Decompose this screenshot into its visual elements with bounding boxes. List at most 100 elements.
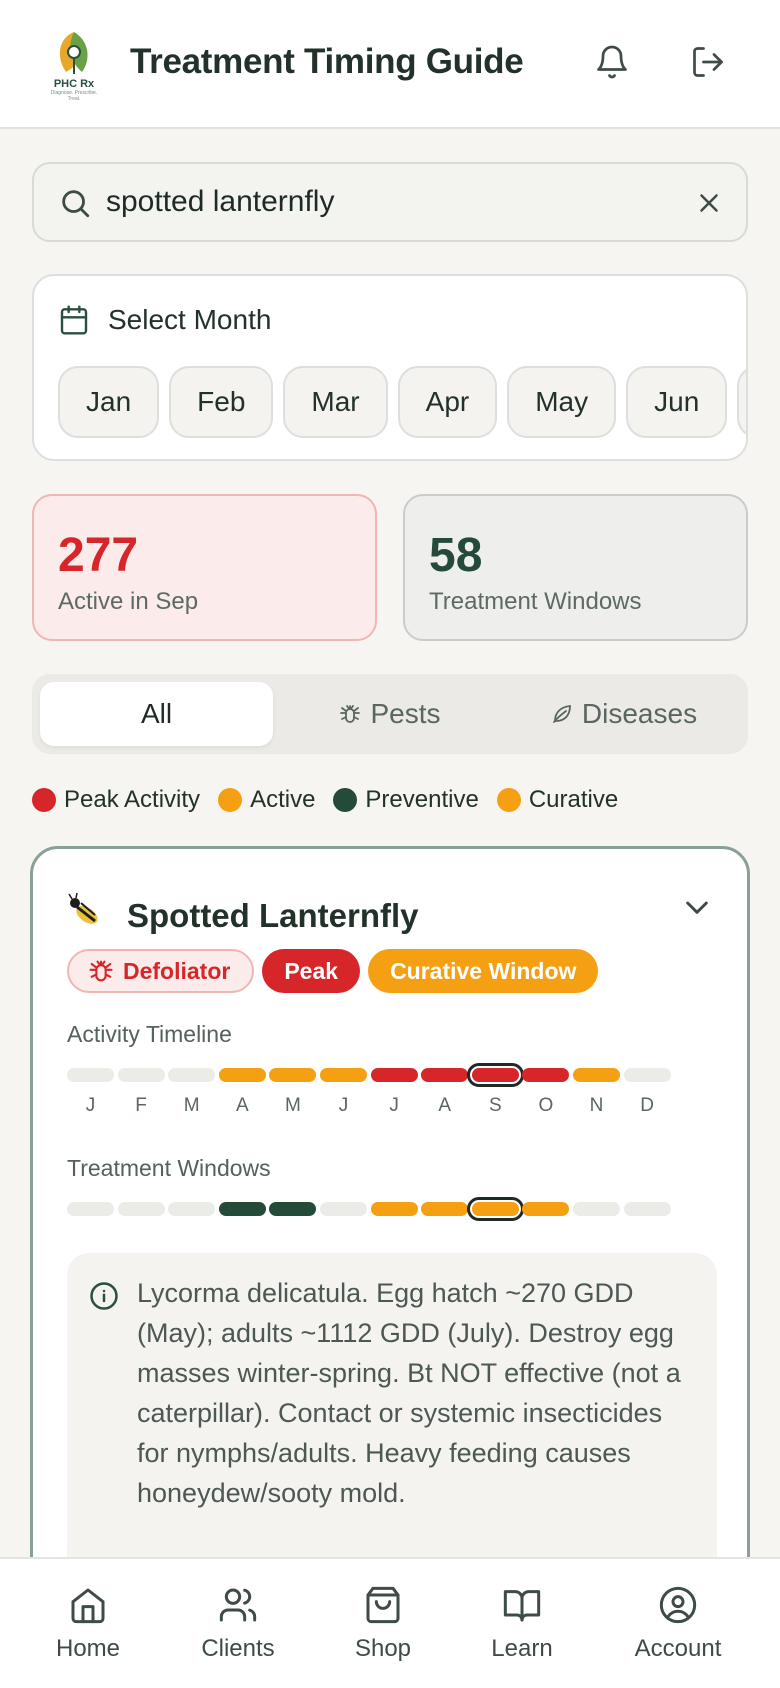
nav-home-label: Home: [55, 1635, 121, 1662]
month-letter: N: [589, 1095, 604, 1116]
tag-peak: Peak: [262, 949, 361, 993]
user-circle-icon: [659, 1586, 697, 1624]
month-letter: J: [389, 1095, 399, 1116]
tab-pests[interactable]: Pests: [273, 682, 506, 746]
legend: Peak Activity Active Preventive Curative: [32, 786, 636, 814]
legend-item-preventive: Preventive: [333, 786, 479, 814]
nav-learn-label: Learn: [491, 1635, 553, 1662]
active-count-caption: Active in Sep: [58, 588, 199, 615]
tab-diseases-label: Diseases: [581, 698, 698, 729]
tab-all[interactable]: All: [40, 682, 273, 746]
tab-all-label: All: [140, 698, 173, 729]
month-apr[interactable]: Apr: [397, 366, 498, 438]
treatment-segment-10: [522, 1202, 570, 1216]
treatment-segment-3: [168, 1202, 216, 1216]
treatment-segment-5: [269, 1202, 317, 1216]
treatment-windows-caption: Treatment Windows: [429, 588, 642, 615]
treatment-segment-12: [623, 1202, 671, 1216]
month-letter: J: [338, 1095, 349, 1116]
lanternfly-icon: [68, 892, 98, 924]
book-open-icon: [503, 1590, 541, 1622]
legend-label: Active: [250, 786, 316, 813]
treatment-windows-count: 58: [429, 529, 483, 582]
treatment-timeline: [67, 1197, 717, 1221]
activity-segment-5: [269, 1068, 317, 1082]
legend-dot: [218, 788, 243, 812]
month-feb[interactable]: Feb: [169, 366, 274, 438]
activity-timeline: [67, 1063, 717, 1087]
treatment-segment-11: [573, 1202, 620, 1216]
pest-info-text: Lycorma delicatula. Egg hatch ~270 GDD (…: [137, 1278, 681, 1508]
nav-shop[interactable]: Shop: [318, 1585, 448, 1663]
nav-clients[interactable]: Clients: [173, 1585, 303, 1663]
tag-defoliator-label: Defoliator: [123, 957, 231, 984]
bell-icon[interactable]: [594, 44, 630, 80]
activity-segment-1: [67, 1068, 114, 1082]
treatment-windows-card: 58 Treatment Windows: [403, 494, 748, 641]
legend-item-peak: Peak Activity: [32, 786, 200, 814]
logout-icon[interactable]: [690, 44, 726, 80]
activity-segment-12: [623, 1068, 671, 1082]
info-icon: [90, 1282, 118, 1310]
activity-segment-4: [218, 1068, 266, 1082]
app-header: PHC Rx Diagnose. Prescribe. Treat. Treat…: [0, 0, 780, 129]
treatment-segment-9: [466, 1197, 524, 1221]
nav-home[interactable]: Home: [23, 1585, 153, 1663]
month-letter: D: [640, 1095, 654, 1116]
search-icon: [62, 190, 90, 218]
month-jun[interactable]: Jun: [626, 366, 728, 438]
shopping-bag-icon: [366, 1586, 400, 1624]
tab-diseases[interactable]: Diseases: [507, 682, 740, 746]
users-icon: [219, 1588, 257, 1622]
month-letter: M: [183, 1095, 200, 1116]
month-picker-header: Select Month: [58, 304, 271, 336]
activity-segment-8: [421, 1068, 469, 1082]
legend-dot: [32, 788, 56, 812]
legend-label: Curative: [528, 786, 619, 813]
nav-account[interactable]: Account: [613, 1585, 743, 1663]
month-letter: A: [438, 1095, 452, 1116]
close-icon[interactable]: [694, 188, 724, 218]
tag-defoliator: Defoliator: [67, 949, 255, 993]
month-next-partial[interactable]: [737, 366, 746, 438]
treatment-segment-6: [320, 1202, 367, 1216]
bug-icon: [89, 960, 113, 982]
month-mar[interactable]: Mar: [283, 366, 388, 438]
active-count-card: 277 Active in Sep: [32, 494, 377, 641]
month-picker: Select Month Jan Feb Mar Apr May Jun: [32, 274, 748, 461]
leaf-logo-icon: [59, 32, 88, 74]
search-input[interactable]: [106, 180, 666, 224]
legend-item-curative: Curative: [496, 786, 619, 814]
tab-pests-label: Pests: [370, 698, 441, 729]
activity-segment-6: [320, 1068, 367, 1082]
month-letter: M: [284, 1095, 301, 1116]
month-jan[interactable]: Jan: [58, 366, 160, 438]
month-may[interactable]: May: [507, 366, 617, 438]
pest-tags: Defoliator Peak Curative Window: [67, 949, 599, 993]
month-list: Jan Feb Mar Apr May Jun: [58, 366, 746, 438]
treatment-segment-4: [218, 1202, 266, 1216]
month-picker-label: Select Month: [108, 304, 272, 335]
leaf-icon: [553, 704, 571, 723]
activity-segment-7: [370, 1068, 418, 1082]
bottom-nav: Home Clients Shop Learn Account: [0, 1557, 780, 1688]
legend-dot: [496, 788, 521, 812]
month-letter: F: [135, 1095, 147, 1116]
activity-segment-3: [168, 1068, 216, 1082]
search-bar: [32, 162, 748, 242]
activity-segment-2: [117, 1068, 165, 1082]
nav-learn[interactable]: Learn: [457, 1585, 587, 1663]
filter-tabs: All Pests Diseases: [32, 674, 748, 754]
tag-curative-window: Curative Window: [368, 949, 599, 993]
activity-timeline-label: Activity Timeline: [67, 1021, 232, 1047]
chevron-down-icon[interactable]: [681, 891, 713, 923]
nav-clients-label: Clients: [201, 1635, 275, 1662]
activity-segment-9: [466, 1063, 524, 1087]
month-letter: S: [488, 1095, 502, 1116]
logo-tagline: Diagnose. Prescribe. Treat.: [50, 90, 98, 102]
legend-item-active: Active: [218, 786, 315, 814]
pest-name: Spotted Lanternfly: [127, 897, 419, 934]
page-title: Treatment Timing Guide: [130, 42, 524, 81]
app-logo: PHC Rx Diagnose. Prescribe. Treat.: [44, 28, 104, 102]
logo-text: PHC Rx: [53, 78, 95, 90]
